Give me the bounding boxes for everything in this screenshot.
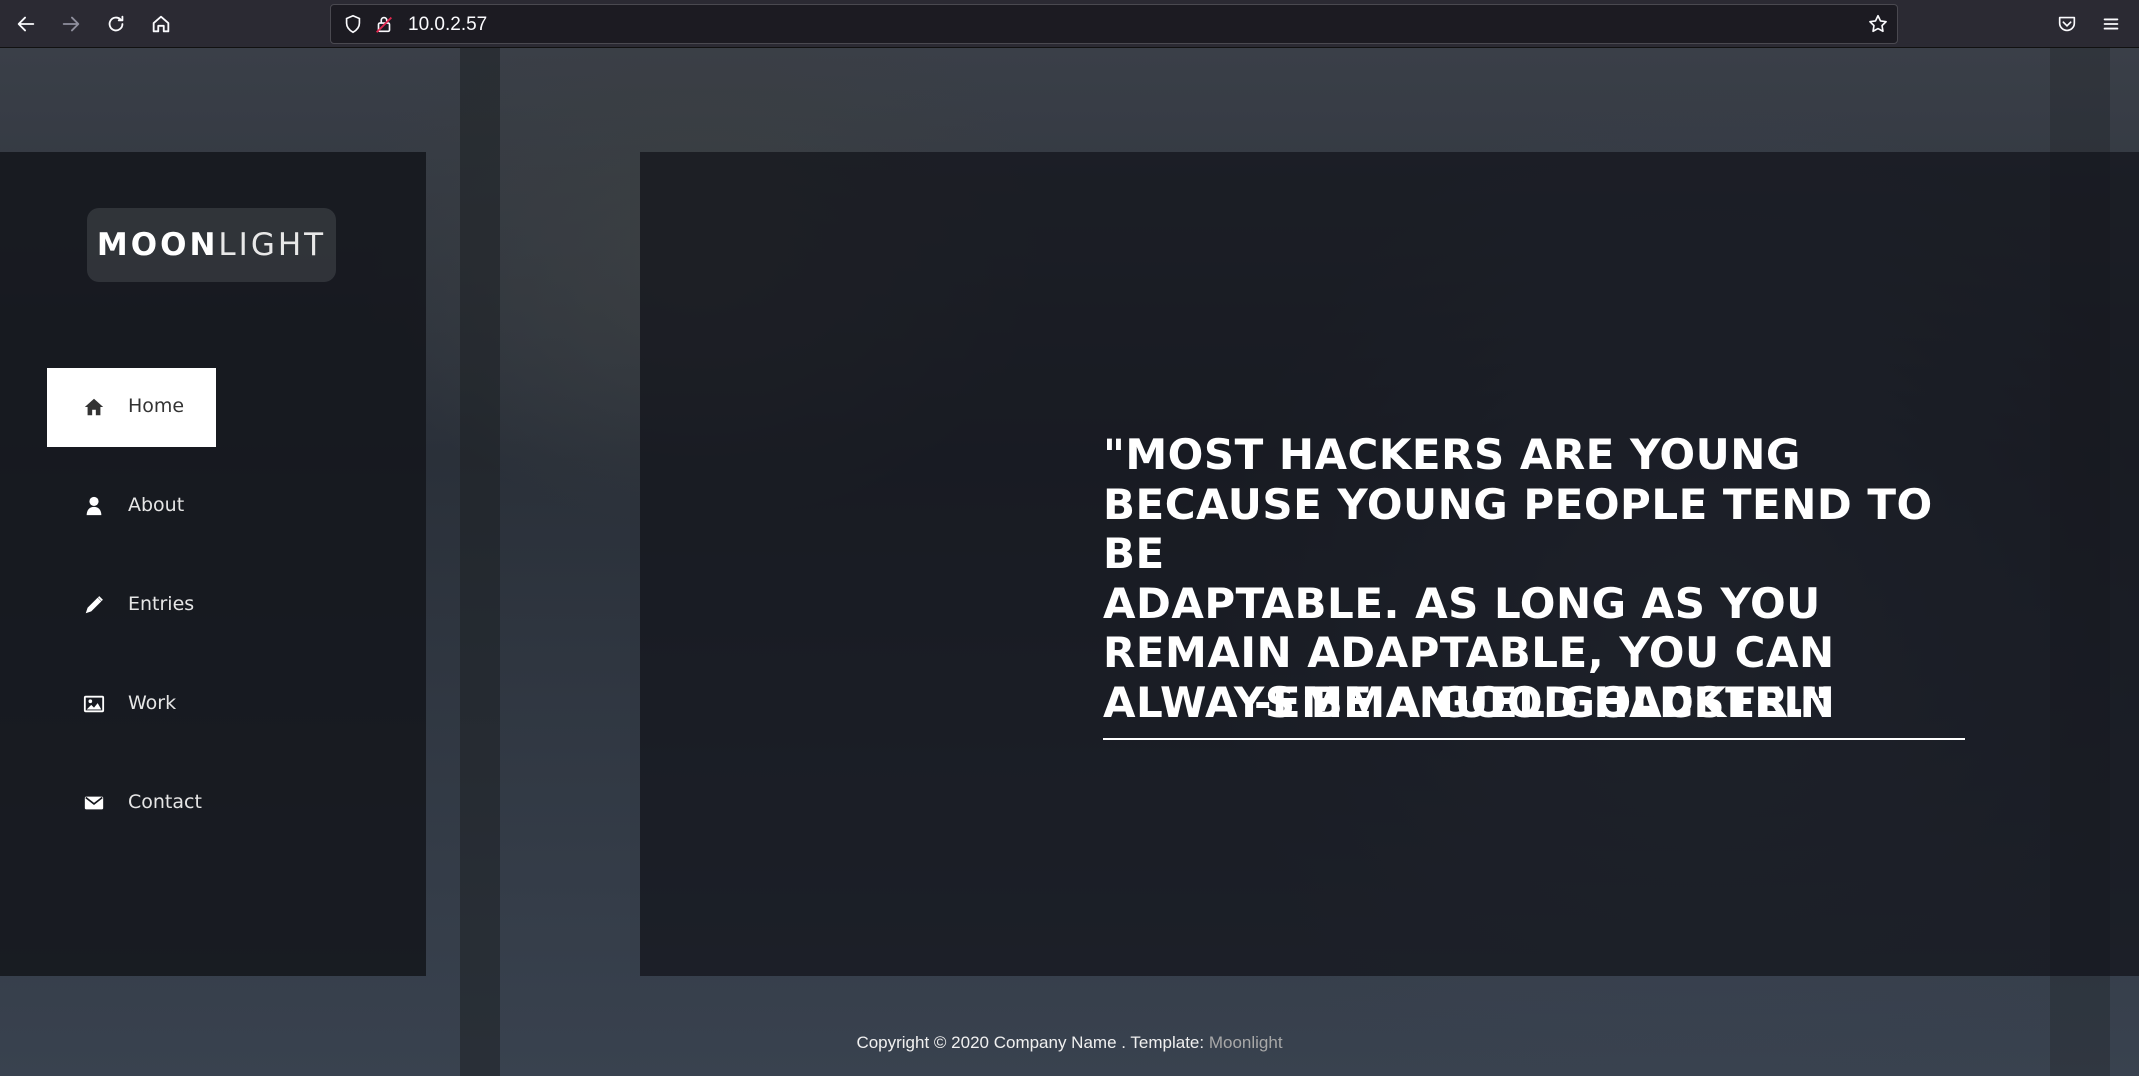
back-icon: [17, 16, 35, 32]
envelope-icon: [84, 796, 104, 810]
quote-line: ADAPTABLE. AS LONG AS YOU: [1103, 578, 1821, 628]
background-tree: [460, 48, 500, 1076]
forward-icon: [62, 16, 80, 32]
menu-icon: [2103, 18, 2119, 30]
footer-template-link[interactable]: Moonlight: [1209, 1033, 1283, 1052]
quote-line: REMAIN ADAPTABLE, YOU CAN: [1103, 628, 1835, 677]
sidebar: MOON LIGHT Home About Entries Work Contac…: [0, 152, 426, 976]
browser-toolbar: 10.0.2.57: [0, 0, 2139, 48]
back-button[interactable]: [11, 9, 41, 39]
address-bar[interactable]: 10.0.2.57: [330, 4, 1898, 44]
nav-item-entries[interactable]: Entries: [47, 566, 216, 645]
app-menu-button[interactable]: [2096, 9, 2126, 39]
nav-label: About: [128, 494, 185, 516]
nav-label: Contact: [128, 791, 202, 813]
home-icon: [152, 15, 170, 33]
quote-divider: [1103, 738, 1965, 740]
logo-bold-text: MOON: [96, 227, 219, 263]
pocket-icon: [2058, 16, 2076, 32]
star-icon[interactable]: [1867, 13, 1889, 35]
home-button[interactable]: [146, 9, 176, 39]
nav-item-about[interactable]: About: [47, 467, 216, 546]
nav-label: Work: [128, 692, 177, 714]
footer: Copyright © 2020 Company Name . Template…: [0, 1033, 2139, 1053]
forward-button[interactable]: [56, 9, 86, 39]
lock-icon[interactable]: [373, 13, 395, 35]
footer-copyright: Copyright © 2020 Company Name . Template…: [856, 1033, 1209, 1052]
nav-label: Entries: [128, 593, 195, 615]
shield-icon[interactable]: [342, 13, 364, 35]
quote-line: "MOST HACKERS ARE YOUNG: [1103, 430, 1801, 479]
reload-button[interactable]: [101, 9, 131, 39]
user-icon: [86, 496, 102, 516]
pencil-icon: [85, 596, 103, 614]
home-icon: [84, 398, 104, 416]
logo-light-text: LIGHT: [218, 227, 327, 263]
nav-item-contact[interactable]: Contact: [47, 764, 216, 843]
nav-item-work[interactable]: Work: [47, 665, 216, 744]
nav-item-home[interactable]: Home: [47, 368, 216, 447]
site-logo[interactable]: MOON LIGHT: [87, 208, 336, 282]
nav-label: Home: [128, 395, 185, 417]
reload-icon: [108, 15, 124, 32]
url-text[interactable]: 10.0.2.57: [408, 14, 487, 36]
image-icon: [83, 695, 105, 713]
pocket-button[interactable]: [2052, 9, 2082, 39]
quote-line: BECAUSE YOUNG PEOPLE TEND TO BE: [1103, 479, 1933, 579]
quote-author: -EMMANUEL GOLDSTEIN: [1254, 678, 1836, 727]
